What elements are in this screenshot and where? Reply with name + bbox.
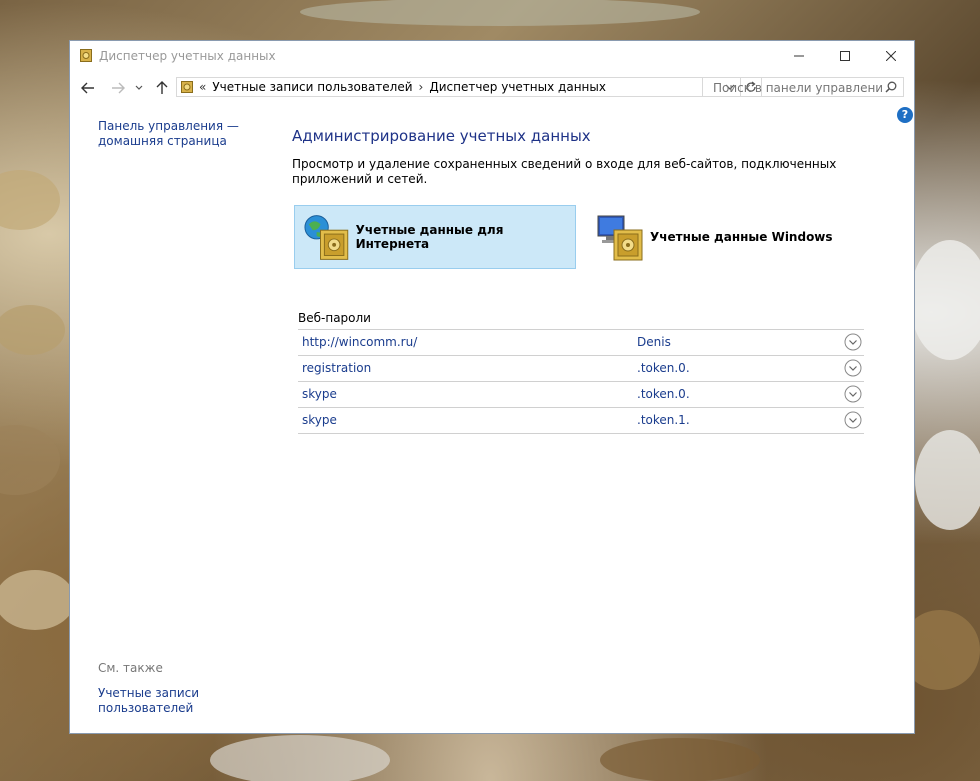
web-credentials-button[interactable]: Учетные данные для Интернета bbox=[294, 205, 576, 269]
credential-site: skype bbox=[302, 413, 337, 427]
credential-row[interactable]: skype .token.1. bbox=[298, 408, 864, 434]
back-button[interactable] bbox=[79, 79, 97, 97]
search-icon[interactable] bbox=[885, 81, 897, 93]
up-button[interactable] bbox=[153, 79, 171, 97]
expand-chevron-icon[interactable] bbox=[844, 333, 862, 351]
control-panel-home-link[interactable]: Панель управления — домашняя страница bbox=[98, 119, 248, 149]
windows-credentials-label: Учетные данные Windows bbox=[650, 230, 833, 244]
minimize-icon bbox=[794, 55, 804, 57]
credential-site: skype bbox=[302, 387, 337, 401]
credential-site: http://wincomm.ru/ bbox=[302, 335, 418, 349]
credential-list: http://wincomm.ru/ Denis registration .t… bbox=[298, 329, 864, 434]
arrow-up-icon bbox=[156, 81, 168, 94]
breadcrumb-separator[interactable]: › bbox=[419, 80, 424, 94]
page-description: Просмотр и удаление сохраненных сведений… bbox=[292, 157, 837, 186]
web-credentials-label: Учетные данные для Интернета bbox=[355, 223, 504, 251]
credential-manager-icon bbox=[80, 49, 92, 62]
breadcrumb-credential-manager[interactable]: Диспетчер учетных данных bbox=[429, 80, 606, 94]
search-box[interactable] bbox=[702, 77, 904, 97]
page-title: Администрирование учетных данных bbox=[292, 127, 591, 145]
credential-user: .token.1. bbox=[637, 413, 690, 427]
credential-user: .token.0. bbox=[637, 387, 690, 401]
credential-user: .token.0. bbox=[637, 361, 690, 375]
chevron-down-icon bbox=[135, 85, 143, 90]
credential-user: Denis bbox=[637, 335, 671, 349]
left-pane: Панель управления — домашняя страница bbox=[98, 119, 258, 149]
windows-credentials-icon bbox=[597, 215, 643, 261]
window-title: Диспетчер учетных данных bbox=[99, 49, 276, 63]
windows-credentials-button[interactable]: Учетные данные Windows bbox=[588, 205, 870, 269]
arrow-right-icon bbox=[112, 82, 125, 94]
address-bar[interactable]: « Учетные записи пользователей › Диспетч… bbox=[176, 77, 762, 97]
credential-row[interactable]: skype .token.0. bbox=[298, 382, 864, 408]
user-accounts-link[interactable]: Учетные записи пользователей bbox=[98, 686, 218, 716]
help-icon[interactable]: ? bbox=[897, 107, 913, 123]
close-button[interactable] bbox=[868, 41, 914, 71]
credential-row[interactable]: http://wincomm.ru/ Denis bbox=[298, 330, 864, 356]
minimize-button[interactable] bbox=[776, 41, 822, 71]
credential-manager-icon bbox=[181, 81, 193, 93]
web-credentials-icon bbox=[304, 215, 349, 260]
close-icon bbox=[886, 51, 896, 61]
credential-site: registration bbox=[302, 361, 372, 375]
credential-row[interactable]: registration .token.0. bbox=[298, 356, 864, 382]
main-content: Администрирование учетных данных Просмот… bbox=[292, 127, 882, 434]
breadcrumb-overflow[interactable]: « bbox=[199, 80, 206, 94]
breadcrumb-user-accounts[interactable]: Учетные записи пользователей bbox=[212, 80, 412, 94]
web-passwords-heading: Веб-пароли bbox=[298, 311, 371, 325]
see-also-heading: См. также bbox=[98, 661, 163, 675]
maximize-icon bbox=[840, 51, 850, 61]
maximize-button[interactable] bbox=[822, 41, 868, 71]
expand-chevron-icon[interactable] bbox=[844, 359, 862, 377]
search-input[interactable] bbox=[711, 79, 885, 97]
recent-locations-button[interactable] bbox=[133, 79, 145, 97]
forward-button[interactable] bbox=[109, 79, 127, 97]
expand-chevron-icon[interactable] bbox=[844, 385, 862, 403]
title-bar: Диспетчер учетных данных bbox=[70, 41, 914, 71]
arrow-left-icon bbox=[81, 82, 94, 94]
credential-manager-window: Диспетчер учетных данных « Учетные запис… bbox=[69, 40, 915, 734]
expand-chevron-icon[interactable] bbox=[844, 411, 862, 429]
